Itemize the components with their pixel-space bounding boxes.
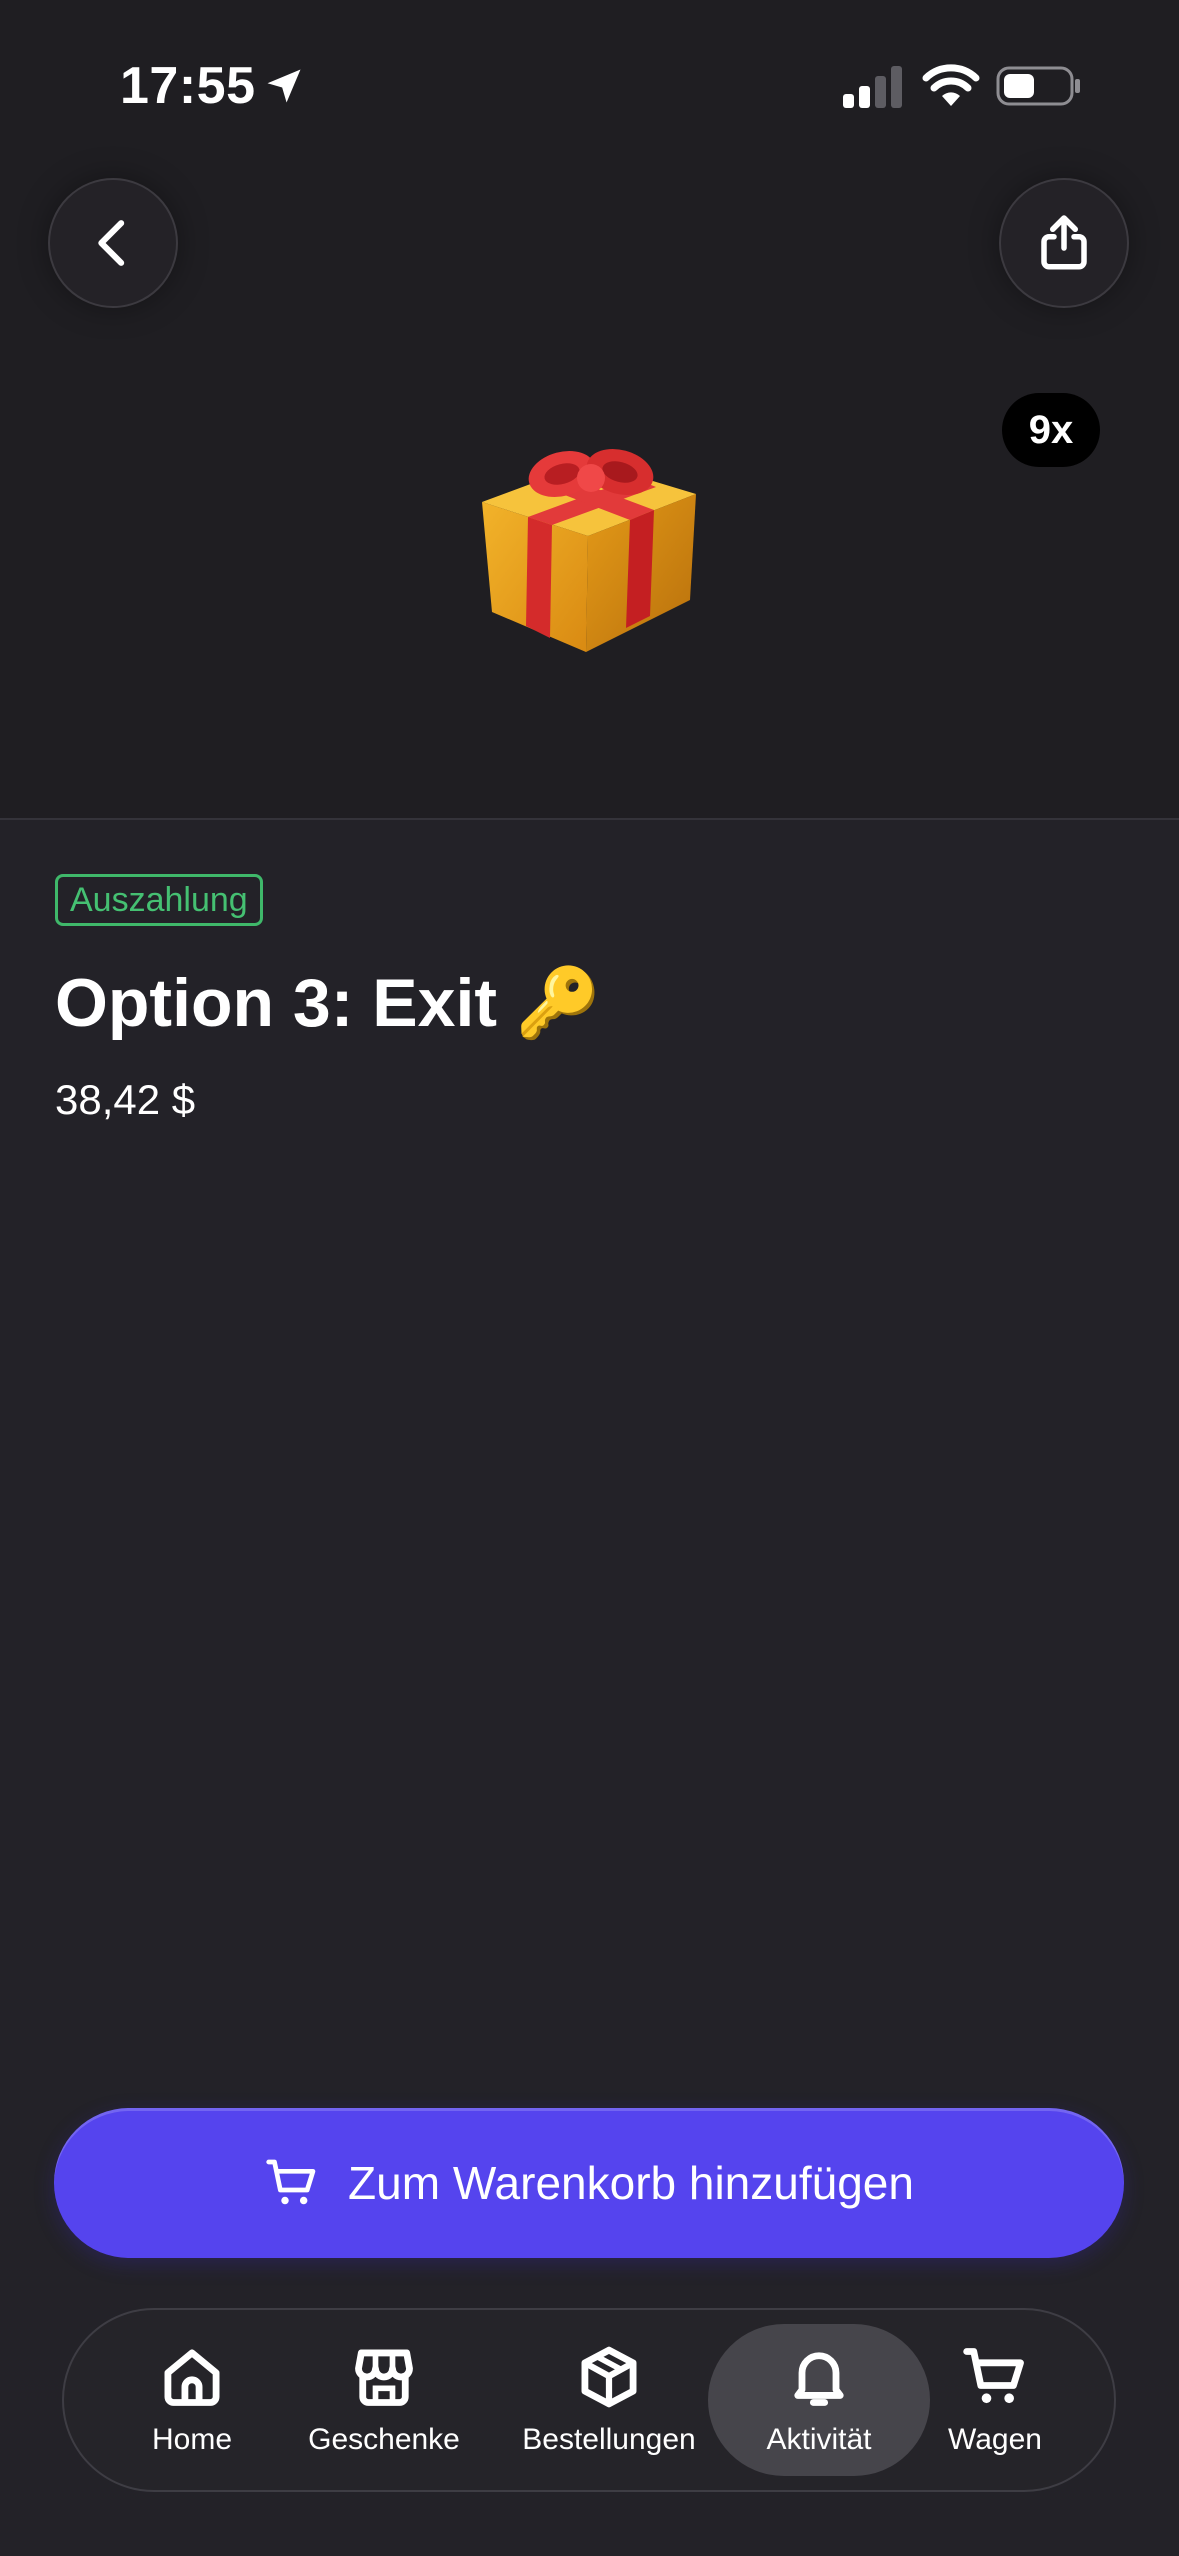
tab-bar: Home Geschenke Bestellungen Aktivität Wa…: [62, 2308, 1116, 2492]
cart-icon: [963, 2348, 1024, 2404]
store-icon: [355, 2349, 413, 2406]
add-to-cart-button[interactable]: Zum Warenkorb hinzufügen: [54, 2108, 1124, 2258]
gift-box-icon: [482, 448, 696, 652]
home-icon: [164, 2349, 220, 2406]
tab-wagen[interactable]: Wagen: [930, 2324, 1060, 2476]
tab-label: Bestellungen: [522, 2423, 696, 2456]
battery-icon: [996, 66, 1080, 106]
back-button[interactable]: [48, 178, 178, 308]
tab-label: Home: [151, 2423, 233, 2456]
share-icon: [1041, 215, 1087, 270]
tab-aktivitaet[interactable]: Aktivität: [708, 2324, 930, 2476]
tab-label: Geschenke: [308, 2423, 460, 2456]
location-arrow-icon: [267, 69, 301, 103]
quantity-badge: 9x: [1002, 393, 1100, 467]
add-to-cart-label: Zum Warenkorb hinzufügen: [348, 2157, 914, 2209]
status-time: 17:55: [120, 57, 256, 115]
box-icon: [581, 2346, 637, 2408]
category-tag: Auszahlung: [55, 874, 263, 926]
cart-icon: [266, 2159, 316, 2205]
tab-label: Wagen: [948, 2423, 1042, 2456]
cellular-signal-icon: [843, 66, 902, 108]
product-price: 38,42 $: [55, 1076, 196, 1123]
tab-label: Aktivität: [766, 2423, 872, 2456]
tab-home[interactable]: Home: [122, 2324, 262, 2476]
chevron-left-icon: [98, 220, 125, 266]
wifi-icon: [922, 64, 980, 106]
tab-bestellungen[interactable]: Bestellungen: [504, 2324, 714, 2476]
product-hero: 17:55 9x: [0, 0, 1179, 820]
screen: 17:55 9x Auszahlung Option 3: Exit 🔑 38,…: [0, 0, 1179, 2556]
product-title: Option 3: Exit 🔑: [55, 965, 601, 1041]
tab-geschenke[interactable]: Geschenke: [294, 2324, 474, 2476]
bell-icon: [794, 2352, 844, 2406]
share-button[interactable]: [999, 178, 1129, 308]
